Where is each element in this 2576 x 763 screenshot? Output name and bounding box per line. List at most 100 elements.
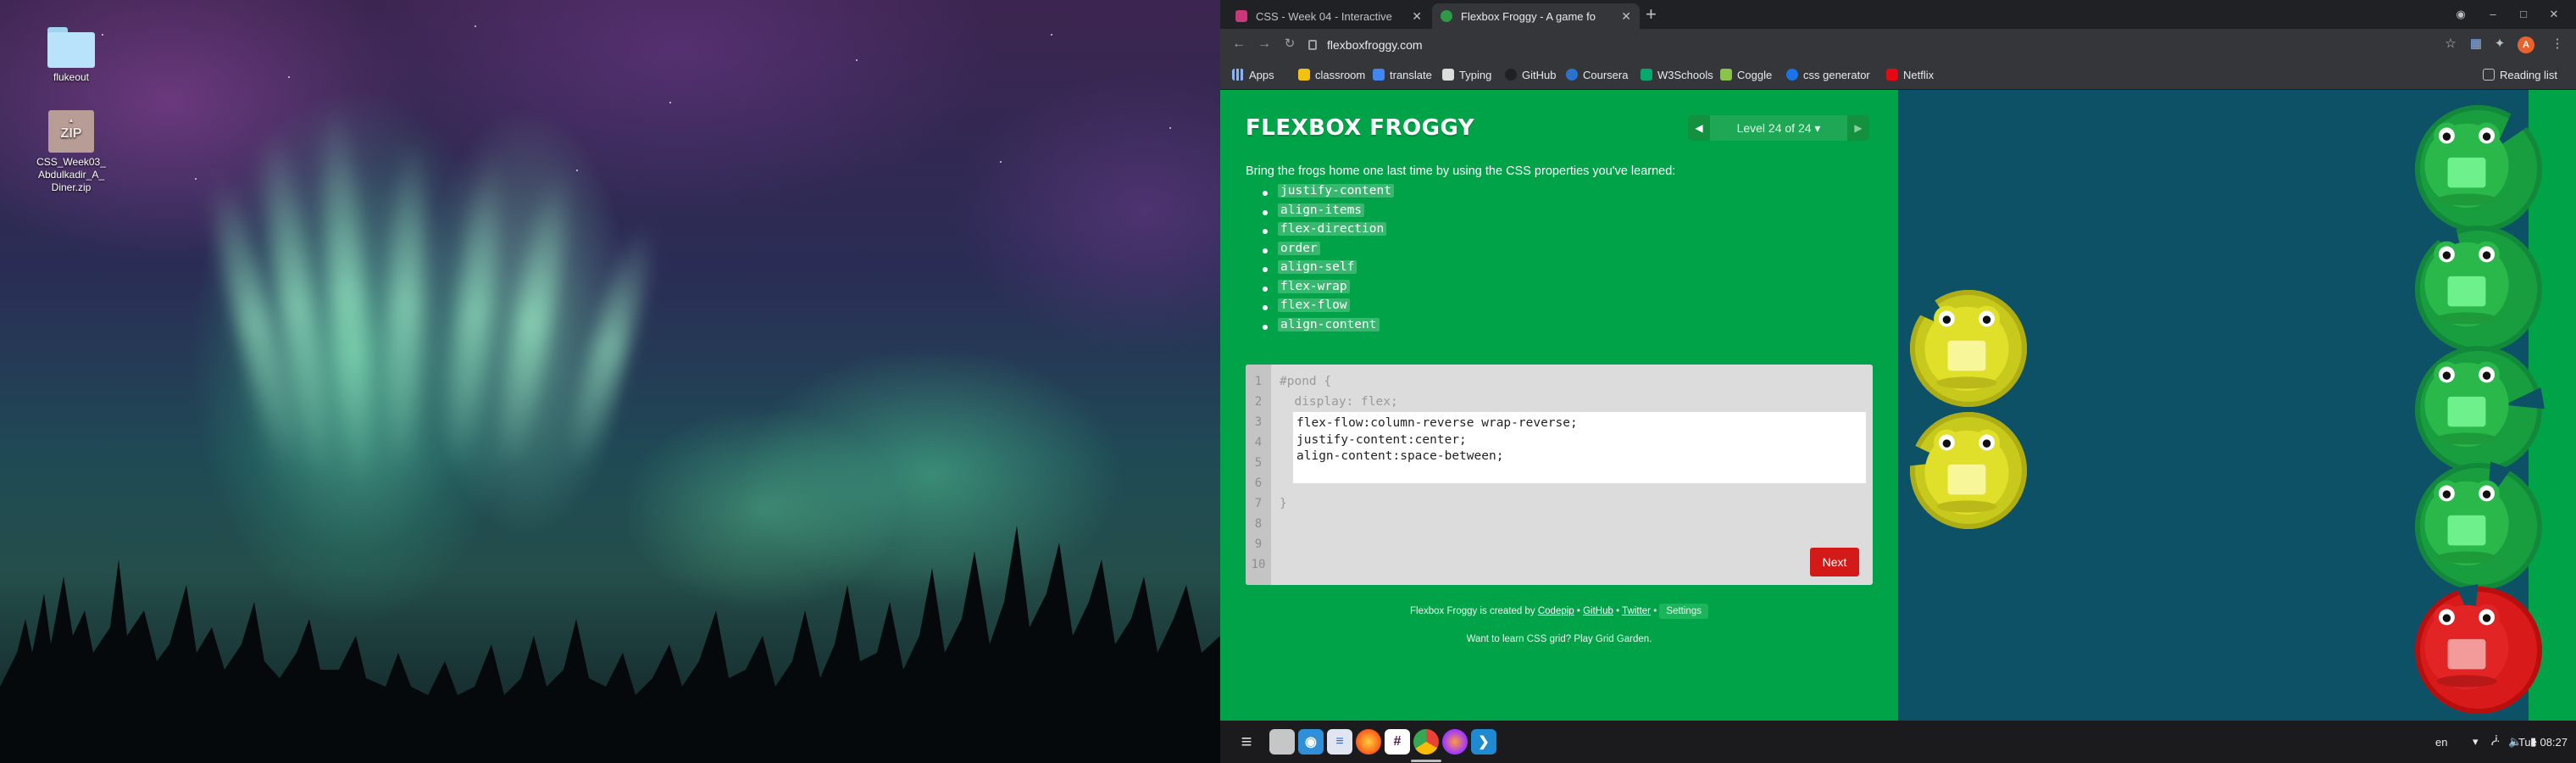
tab-css-week04[interactable]: CSS - Week 04 - Interactive ✕ <box>1227 3 1430 29</box>
github-icon <box>1505 69 1517 81</box>
github-link[interactable]: GitHub <box>1583 606 1613 616</box>
red-frog-icon <box>2424 604 2509 689</box>
grid-garden-link[interactable]: Grid Garden <box>1596 634 1649 644</box>
lock-icon <box>1308 40 1317 50</box>
zorin-menu-icon[interactable]: ≡ <box>1234 729 1259 755</box>
instructions-panel: FLEXBOX FROGGY ◀ Level 24 of 24 ▾ ▶ Brin… <box>1220 90 1898 721</box>
bookmark-coggle[interactable]: Coggle <box>1720 59 1772 90</box>
bookmark-classroom[interactable]: classroom <box>1298 59 1365 90</box>
codepip-link[interactable]: Codepip <box>1538 606 1574 616</box>
bookmark-css-generator[interactable]: css generator <box>1786 59 1870 90</box>
new-tab-button[interactable]: + <box>1646 5 1657 24</box>
desktop-icon-label: flukeout <box>53 71 90 83</box>
vscode-icon[interactable]: ❯ <box>1471 729 1496 755</box>
pond-board <box>1898 90 2576 721</box>
next-button[interactable]: Next <box>1810 548 1859 576</box>
close-tab-icon[interactable]: ✕ <box>1621 9 1631 24</box>
tree-silhouette <box>0 526 1220 763</box>
list-item: flex-direction <box>1261 221 1394 241</box>
list-item: align-content <box>1261 317 1394 337</box>
flexbox-froggy-logo: FLEXBOX FROGGY <box>1246 115 1475 141</box>
minimize-icon[interactable]: – <box>2484 6 2501 23</box>
level-navigator: ◀ Level 24 of 24 ▾ ▶ <box>1688 115 1869 141</box>
bookmark-coursera[interactable]: Coursera <box>1566 59 1628 90</box>
typing-icon <box>1442 69 1454 81</box>
folder-icon <box>47 27 95 68</box>
forward-icon[interactable]: → <box>1256 36 1273 53</box>
reload-icon[interactable]: ↻ <box>1281 36 1298 53</box>
address-bar[interactable]: flexboxfroggy.com <box>1308 36 2478 54</box>
flexbox-froggy-page: FLEXBOX FROGGY ◀ Level 24 of 24 ▾ ▶ Brin… <box>1220 90 2576 721</box>
close-tab-icon[interactable]: ✕ <box>1412 9 1422 24</box>
bookmarks-bar: Apps classroom translate Typing GitHub C… <box>1220 59 2576 90</box>
firefox-icon[interactable] <box>1356 729 1381 755</box>
line-number-gutter: 12 34 56 78 9 10 <box>1246 365 1271 585</box>
desktop-icon-label: CSS_Week03_ Abdulkadir_A_ Diner.zip <box>36 156 106 193</box>
slack-icon[interactable]: # <box>1385 729 1410 755</box>
tab-strip: CSS - Week 04 - Interactive ✕ Flexbox Fr… <box>1220 0 2576 29</box>
css-generator-icon <box>1786 69 1798 81</box>
credits-line: Flexbox Froggy is created by Codepip • G… <box>1220 604 1898 619</box>
active-app-indicator <box>1411 760 1441 762</box>
bookmark-github[interactable]: GitHub <box>1505 59 1556 90</box>
green-frog-icon <box>2424 361 2509 447</box>
reading-list-button[interactable]: Reading list <box>2483 59 2557 90</box>
firefox-developer-icon[interactable] <box>1442 729 1468 755</box>
level-indicator-dropdown[interactable]: Level 24 of 24 ▾ <box>1710 115 1847 141</box>
translate-extension-icon[interactable]: ▦ <box>2468 36 2484 53</box>
url-text: flexboxfroggy.com <box>1327 38 1423 52</box>
list-item: order <box>1261 241 1394 260</box>
tab-title: CSS - Week 04 - Interactive <box>1256 9 1392 23</box>
bookmark-typing[interactable]: Typing <box>1442 59 1491 90</box>
profile-avatar[interactable]: A <box>2518 36 2534 53</box>
tab-favicon-icon <box>1235 10 1247 22</box>
bookmark-star-icon[interactable]: ☆ <box>2442 36 2459 53</box>
green-frog-icon <box>2424 122 2509 208</box>
previous-level-button[interactable]: ◀ <box>1688 115 1710 141</box>
apps-grid-icon <box>1232 69 1244 81</box>
css-code-editor: 12 34 56 78 9 10 #pond { display: flex; }… <box>1246 365 1873 585</box>
back-icon[interactable]: ← <box>1230 36 1247 53</box>
desktop-folder-flukeout[interactable]: flukeout <box>31 27 112 84</box>
coursera-icon <box>1566 69 1578 81</box>
bookmark-netflix[interactable]: Netflix <box>1886 59 1934 90</box>
tab-flexbox-froggy[interactable]: Flexbox Froggy - A game fo ✕ <box>1432 3 1640 29</box>
bookmark-w3schools[interactable]: W3Schools <box>1641 59 1713 90</box>
wifi-icon[interactable]: ▾ <box>2473 721 2479 763</box>
bluetooth-icon[interactable]: ᓿ <box>2491 721 2500 763</box>
translate-icon <box>1373 69 1385 81</box>
classroom-icon <box>1298 69 1310 81</box>
maximize-icon[interactable]: □ <box>2515 6 2532 23</box>
settings-button[interactable]: Settings <box>1659 604 1708 619</box>
files-app-icon[interactable] <box>1269 729 1295 755</box>
clock[interactable]: Tue 08:27 <box>2518 721 2568 763</box>
chrome-extension-icon[interactable]: ◉ <box>2452 6 2469 23</box>
keyboard-language[interactable]: en <box>2435 721 2447 763</box>
level-instructions: Bring the frogs home one last time by us… <box>1246 164 1676 178</box>
list-item: align-items <box>1261 203 1394 222</box>
yellow-frog-icon <box>1924 429 2009 515</box>
bookmark-translate[interactable]: translate <box>1373 59 1432 90</box>
desktop-wallpaper: flukeout ▲ ZIP CSS_Week03_ Abdulkadir_A_ … <box>0 0 1220 763</box>
grid-garden-promo: Want to learn CSS grid? Play Grid Garden… <box>1466 634 1652 644</box>
list-item: flex-wrap <box>1261 279 1394 298</box>
close-window-icon[interactable]: ✕ <box>2545 6 2562 23</box>
code-line: align-content:space-between; <box>1296 449 1504 463</box>
css-answer-textarea[interactable]: flex-flow:column-reverse wrap-reverse; j… <box>1293 412 1866 483</box>
extensions-puzzle-icon[interactable]: ✦ <box>2491 36 2508 53</box>
coggle-icon <box>1720 69 1732 81</box>
chrome-window: CSS - Week 04 - Interactive ✕ Flexbox Fr… <box>1220 0 2576 721</box>
desktop-file-zip[interactable]: ▲ ZIP CSS_Week03_ Abdulkadir_A_ Diner.zip <box>31 110 112 194</box>
chrome-menu-icon[interactable]: ⋮ <box>2549 36 2566 53</box>
twitter-link[interactable]: Twitter <box>1622 606 1651 616</box>
screenshot-app-icon[interactable]: ◉ <box>1298 729 1324 755</box>
css-properties-list: justify-content align-items flex-directi… <box>1261 183 1394 336</box>
yellow-frog-icon <box>1924 305 2009 391</box>
netflix-icon <box>1886 69 1898 81</box>
next-level-arrow-button[interactable]: ▶ <box>1847 115 1869 141</box>
text-editor-icon[interactable]: ≡ <box>1327 729 1352 755</box>
chrome-icon[interactable] <box>1413 729 1439 755</box>
w3schools-icon <box>1641 69 1652 81</box>
browser-toolbar: ← → ↻ flexboxfroggy.com ☆ ▦ ✦ A ⋮ <box>1220 29 2576 59</box>
bookmark-apps[interactable]: Apps <box>1232 59 1274 90</box>
